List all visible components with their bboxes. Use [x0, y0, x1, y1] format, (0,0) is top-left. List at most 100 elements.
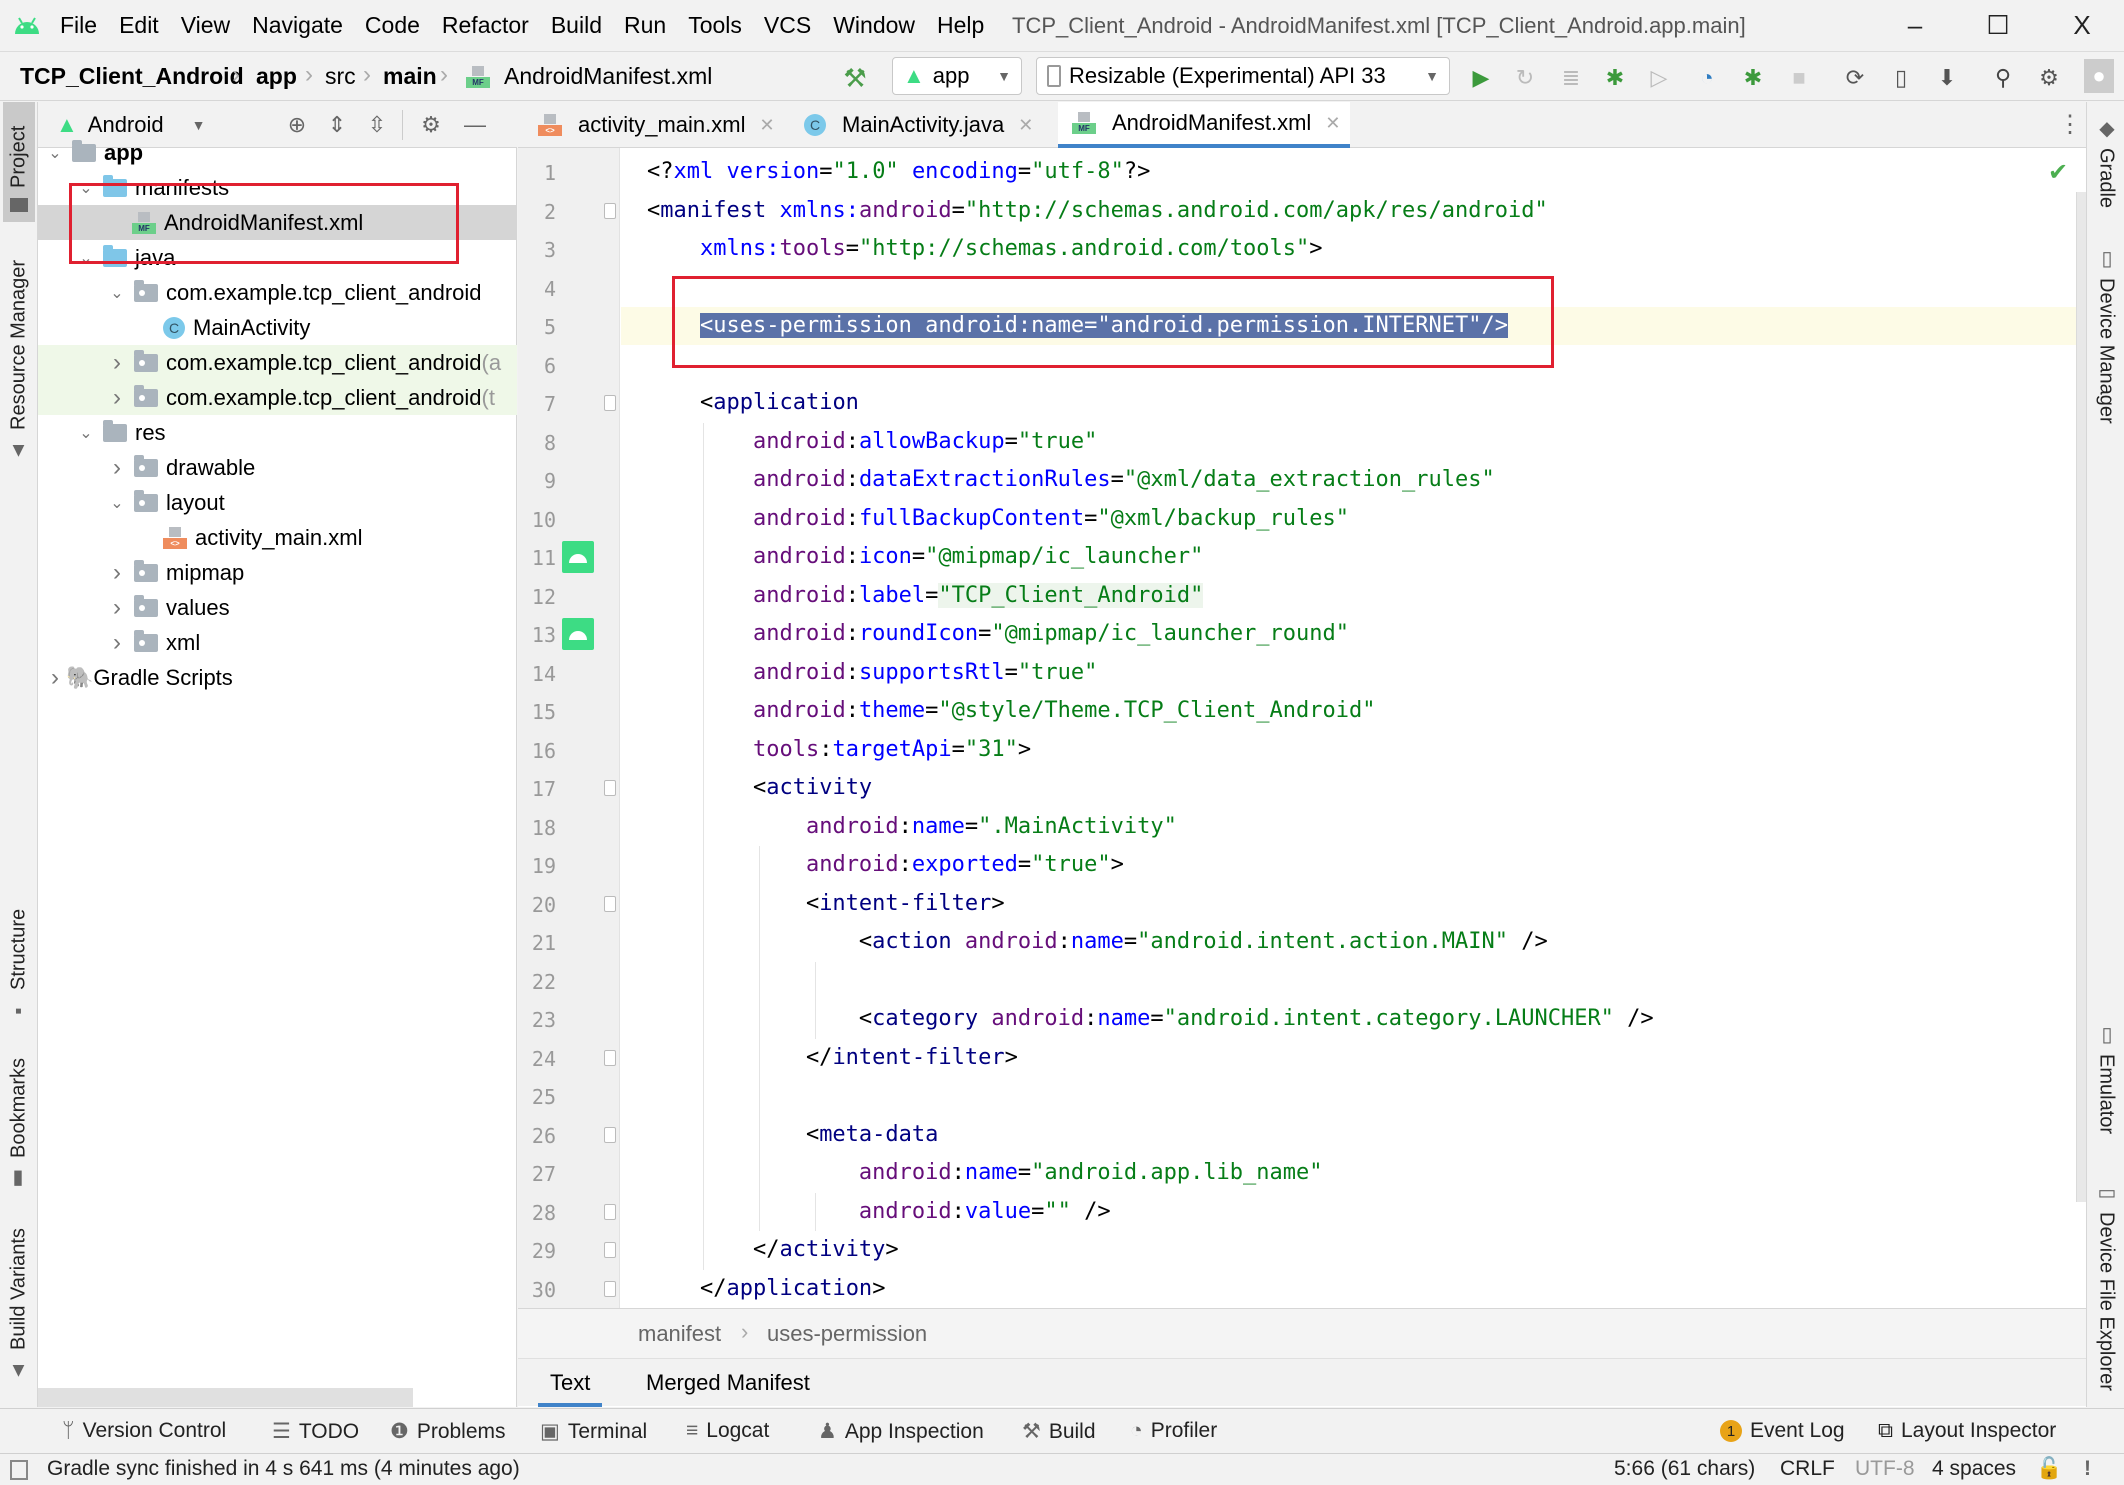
- chevron-down-icon[interactable]: ⌄: [106, 283, 128, 303]
- tree-item[interactable]: › drawable: [38, 450, 517, 485]
- tree-item[interactable]: › values: [38, 590, 517, 625]
- more-tabs-icon[interactable]: ⋮: [2058, 110, 2082, 139]
- tool-tab-device-manager[interactable]: ▯ Device Manager: [2091, 246, 2121, 446]
- tree-item[interactable]: › com.example.tcp_client_android (t: [38, 380, 517, 415]
- search-icon[interactable]: ⚲: [1990, 65, 2016, 91]
- caret-position[interactable]: 5:66 (61 chars): [1614, 1457, 1755, 1481]
- tool-tab-device-file-explorer[interactable]: ▭ Device File Explorer: [2091, 1180, 2121, 1400]
- tool-tab-resource-manager[interactable]: ▲ Resource Manager: [3, 242, 35, 462]
- debug-icon[interactable]: ✱: [1602, 65, 1628, 91]
- tree-item[interactable]: ⌄ com.example.tcp_client_android: [38, 275, 517, 310]
- settings-icon[interactable]: ⚙: [2036, 65, 2062, 91]
- menu-window[interactable]: Window: [833, 12, 915, 39]
- no-problems-check-icon[interactable]: ✔: [2048, 158, 2068, 187]
- menu-file[interactable]: File: [60, 12, 97, 39]
- tree-item[interactable]: › xml: [38, 625, 517, 660]
- code-area[interactable]: <?xml version="1.0" encoding="utf-8"?> <m…: [621, 148, 2086, 1308]
- chevron-right-icon[interactable]: ›: [106, 594, 128, 622]
- tool-window-logcat[interactable]: ≡ Logcat: [686, 1419, 769, 1443]
- tree-item[interactable]: › mipmap: [38, 555, 517, 590]
- tree-item[interactable]: <> activity_main.xml: [38, 520, 517, 555]
- chevron-right-icon[interactable]: ›: [106, 454, 128, 482]
- avatar-icon[interactable]: ●: [2084, 59, 2114, 93]
- stop-icon[interactable]: ■: [1786, 65, 1812, 91]
- sdk-manager-icon[interactable]: ⬇: [1934, 65, 1960, 91]
- device-manager-icon[interactable]: ▯: [1888, 65, 1914, 91]
- breadcrumb-main[interactable]: main: [383, 63, 437, 90]
- horizontal-scrollbar[interactable]: [38, 1388, 413, 1407]
- fold-marker-icon[interactable]: [604, 895, 616, 912]
- fold-marker-icon[interactable]: [604, 1203, 616, 1220]
- fold-marker-icon[interactable]: [604, 1049, 616, 1066]
- editor-tab[interactable]: C MainActivity.java ✕: [790, 102, 1043, 148]
- structure-crumb-uses-permission[interactable]: uses-permission: [767, 1321, 927, 1347]
- tab-text[interactable]: Text: [538, 1365, 603, 1407]
- close-tab-icon[interactable]: ✕: [1325, 113, 1340, 134]
- close-tab-icon[interactable]: ✕: [1018, 115, 1033, 136]
- chevron-right-icon[interactable]: ›: [106, 629, 128, 657]
- apply-changes-icon[interactable]: ↻: [1512, 65, 1538, 91]
- device-select[interactable]: Resizable (Experimental) API 33 ▼: [1036, 57, 1450, 95]
- tree-item[interactable]: C MainActivity: [38, 310, 517, 345]
- breadcrumb-file[interactable]: MF AndroidManifest.xml: [462, 63, 712, 90]
- android-resource-icon[interactable]: [562, 541, 594, 573]
- tree-item[interactable]: › com.example.tcp_client_android (a: [38, 345, 517, 380]
- fold-marker-icon[interactable]: [604, 395, 616, 411]
- tool-tab-build-variants[interactable]: ▲ Build Variants: [3, 1222, 35, 1382]
- file-encoding[interactable]: UTF-8: [1855, 1457, 1915, 1481]
- chevron-right-icon[interactable]: ›: [106, 384, 128, 412]
- editor-tab[interactable]: <> activity_main.xml ✕: [524, 102, 785, 148]
- tool-window-terminal[interactable]: ▣ Terminal: [540, 1419, 647, 1444]
- tree-item[interactable]: ⌄ manifests: [38, 170, 517, 205]
- close-button[interactable]: X: [2062, 10, 2102, 41]
- tool-window-build[interactable]: ⚒ Build: [1022, 1419, 1096, 1444]
- menu-run[interactable]: Run: [624, 12, 666, 39]
- breadcrumb-project[interactable]: TCP_Client_Android: [20, 63, 244, 90]
- tree-item[interactable]: ⌄ app: [38, 135, 517, 170]
- maximize-button[interactable]: ☐: [1978, 10, 2018, 41]
- run-config-select[interactable]: ▲ app ▼: [892, 57, 1022, 95]
- fold-marker-icon[interactable]: [604, 1242, 616, 1258]
- chevron-right-icon[interactable]: ›: [106, 349, 128, 377]
- tool-window-version-control[interactable]: ᛘ Version Control: [62, 1419, 226, 1443]
- attach-icon[interactable]: ▷: [1646, 65, 1672, 91]
- tree-item[interactable]: ⌄ java: [38, 240, 517, 275]
- chevron-down-icon[interactable]: ⌄: [75, 248, 97, 268]
- structure-crumb-manifest[interactable]: manifest: [638, 1321, 721, 1347]
- apply-code-changes-icon[interactable]: ≣: [1558, 65, 1584, 91]
- tool-tab-structure[interactable]: ▪ Structure: [3, 902, 35, 1022]
- menu-help[interactable]: Help: [937, 12, 984, 39]
- vertical-scrollbar[interactable]: [2076, 192, 2086, 1202]
- line-separator[interactable]: CRLF: [1780, 1457, 1835, 1481]
- tool-window-profiler[interactable]: ◔ Profiler: [1130, 1419, 1217, 1443]
- notifications-icon[interactable]: !: [2084, 1457, 2091, 1481]
- menu-edit[interactable]: Edit: [119, 12, 159, 39]
- chevron-down-icon[interactable]: ⌄: [106, 493, 128, 513]
- breadcrumb-app[interactable]: app: [256, 63, 297, 90]
- close-tab-icon[interactable]: ✕: [759, 115, 774, 136]
- minimize-button[interactable]: –: [1895, 10, 1935, 41]
- indent-setting[interactable]: 4 spaces: [1932, 1457, 2016, 1481]
- menu-navigate[interactable]: Navigate: [252, 12, 343, 39]
- tool-tab-bookmarks[interactable]: ▮ Bookmarks: [3, 1052, 35, 1192]
- menu-code[interactable]: Code: [365, 12, 420, 39]
- status-message[interactable]: Gradle sync finished in 4 s 641 ms (4 mi…: [47, 1457, 520, 1481]
- tool-window-problems[interactable]: ❶ Problems: [390, 1419, 506, 1444]
- tool-window-todo[interactable]: ☰ TODO: [272, 1419, 359, 1444]
- gradle-sync-icon[interactable]: ⟳: [1842, 65, 1868, 91]
- lock-icon[interactable]: 🔓: [2036, 1457, 2062, 1481]
- tool-tab-project[interactable]: Project: [3, 102, 35, 222]
- menu-tools[interactable]: Tools: [688, 12, 742, 39]
- menu-build[interactable]: Build: [551, 12, 602, 39]
- tree-item[interactable]: › 🐘 Gradle Scripts: [38, 660, 517, 695]
- chevron-down-icon[interactable]: ⌄: [44, 143, 66, 163]
- hammer-icon[interactable]: ⚒: [842, 63, 868, 93]
- tool-window-app-inspection[interactable]: ♟ App Inspection: [818, 1419, 984, 1444]
- status-window-icon[interactable]: [10, 1460, 28, 1480]
- breadcrumb-src[interactable]: src: [325, 63, 356, 90]
- run-icon[interactable]: ▶: [1468, 65, 1494, 91]
- chevron-down-icon[interactable]: ⌄: [75, 178, 97, 198]
- tool-tab-emulator[interactable]: ▯ Emulator: [2091, 1022, 2121, 1142]
- menu-refactor[interactable]: Refactor: [442, 12, 529, 39]
- tool-window-event-log[interactable]: 1 Event Log: [1720, 1419, 1845, 1443]
